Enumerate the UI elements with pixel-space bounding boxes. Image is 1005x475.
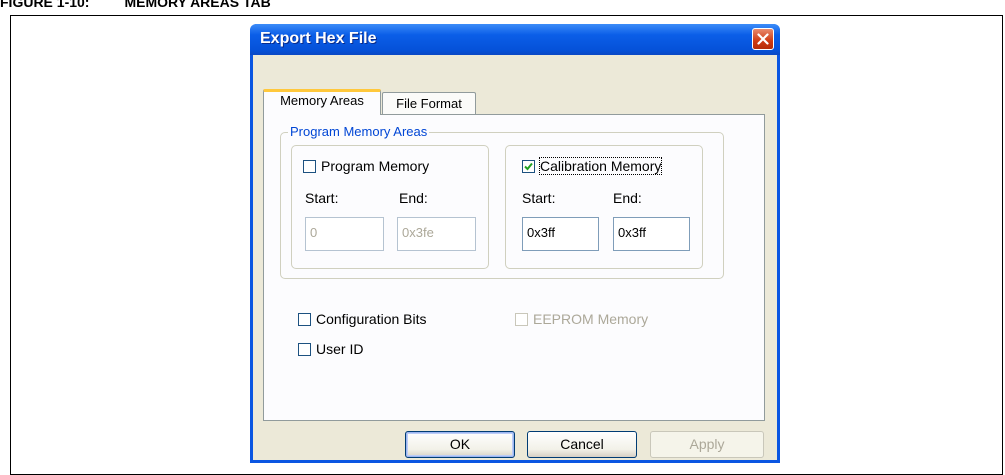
- eeprom-memory-checkbox: EEPROM Memory: [515, 311, 648, 327]
- user-id-label: User ID: [316, 341, 364, 357]
- program-memory-group: Program Memory Start: End: 0 0x3fe: [291, 145, 489, 269]
- export-hex-file-dialog: Export Hex File Memory Areas File Format…: [250, 24, 780, 463]
- configuration-bits-label: Configuration Bits: [316, 311, 427, 327]
- calibration-memory-end-input[interactable]: 0x3ff: [613, 217, 690, 251]
- user-id-checkbox-box[interactable]: [298, 342, 311, 356]
- calibration-memory-label: Calibration Memory: [538, 157, 663, 175]
- eeprom-memory-checkbox-box: [515, 312, 528, 326]
- user-id-checkbox[interactable]: User ID: [298, 341, 363, 357]
- program-memory-checkbox[interactable]: Program Memory: [303, 158, 429, 174]
- calibration-memory-checkbox[interactable]: Calibration Memory: [522, 157, 663, 175]
- program-memory-areas-legend: Program Memory Areas: [288, 124, 430, 139]
- figure-caption: FIGURE 1-10: MEMORY AREAS TAB: [0, 0, 271, 10]
- title-bar[interactable]: Export Hex File: [250, 24, 780, 55]
- dialog-client-area: Memory Areas File Format Program Memory …: [253, 55, 777, 460]
- calibration-memory-start-label: Start:: [522, 190, 556, 206]
- program-memory-end-input[interactable]: 0x3fe: [397, 217, 476, 251]
- program-memory-areas-group: Program Memory Areas Program Memory Star…: [280, 124, 724, 279]
- calibration-memory-start-input[interactable]: 0x3ff: [522, 217, 599, 251]
- tab-memory-areas[interactable]: Memory Areas: [263, 89, 381, 115]
- check-mark-icon: [524, 162, 533, 170]
- program-memory-checkbox-box[interactable]: [303, 159, 316, 173]
- program-memory-start-input[interactable]: 0: [305, 217, 384, 251]
- calibration-memory-checkbox-box[interactable]: [522, 159, 535, 173]
- close-icon: [757, 33, 769, 45]
- calibration-memory-end-label: End:: [613, 190, 642, 206]
- tab-file-format-label: File Format: [396, 96, 462, 111]
- configuration-bits-checkbox-box[interactable]: [298, 312, 311, 326]
- ok-button[interactable]: OK: [405, 431, 515, 458]
- dialog-title: Export Hex File: [260, 30, 377, 47]
- memory-areas-panel: Program Memory Areas Program Memory Star…: [263, 114, 765, 421]
- calibration-memory-group: Calibration Memory Start: End: 0x3ff 0x3…: [505, 145, 703, 269]
- configuration-bits-checkbox[interactable]: Configuration Bits: [298, 311, 427, 327]
- program-memory-start-label: Start:: [305, 190, 339, 206]
- program-memory-label: Program Memory: [321, 158, 430, 174]
- apply-button: Apply: [650, 431, 764, 458]
- tab-file-format[interactable]: File Format: [382, 92, 476, 114]
- eeprom-memory-label: EEPROM Memory: [533, 311, 649, 327]
- close-button[interactable]: [752, 28, 774, 50]
- cancel-button[interactable]: Cancel: [527, 431, 637, 458]
- tab-memory-areas-label: Memory Areas: [280, 93, 364, 108]
- program-memory-end-label: End:: [399, 190, 428, 206]
